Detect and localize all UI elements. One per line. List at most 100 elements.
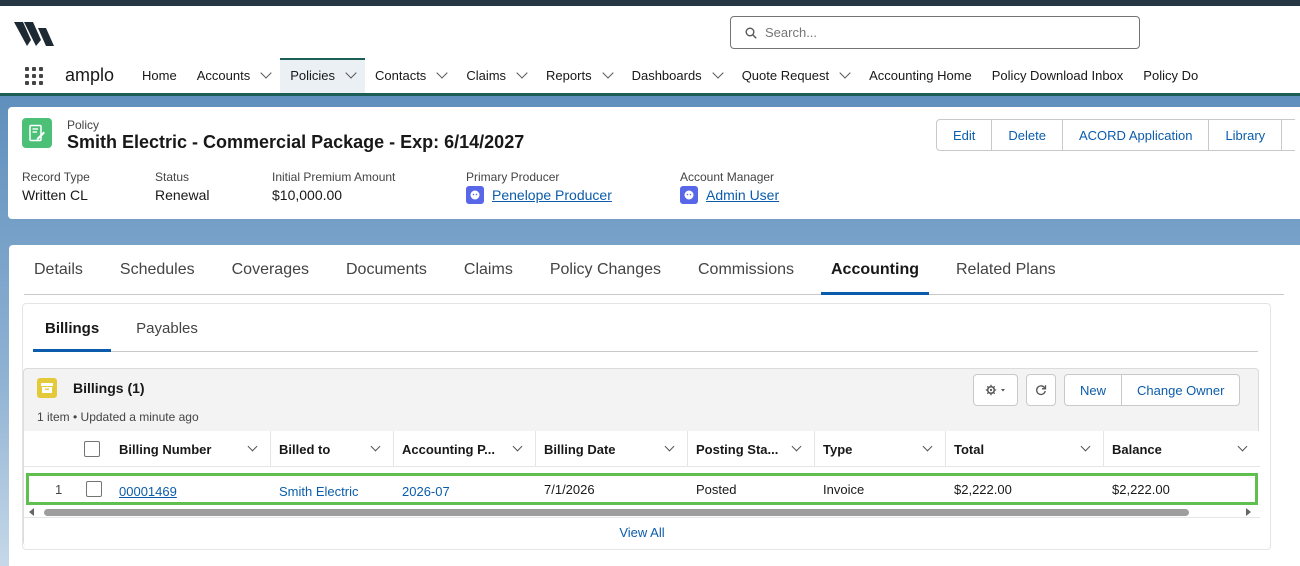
nav-item-dashboards[interactable]: Dashboards — [622, 58, 732, 93]
change-owner-button[interactable]: Change Owner — [1121, 374, 1241, 406]
refresh-button[interactable] — [1026, 374, 1056, 406]
tab-commissions[interactable]: Commissions — [688, 245, 804, 295]
nav-item-label: Policy Download Inbox — [991, 68, 1124, 83]
account-manager-link[interactable]: Admin User — [706, 187, 779, 203]
chevron-down-icon[interactable] — [712, 67, 724, 79]
tab-documents[interactable]: Documents — [336, 245, 437, 295]
field-label: Status — [155, 170, 190, 184]
refresh-icon — [1036, 385, 1047, 396]
horizontal-scrollbar[interactable] — [24, 507, 1260, 517]
chevron-down-icon[interactable] — [247, 441, 258, 452]
type-value: Invoice — [823, 481, 865, 497]
column-label: Total — [954, 441, 985, 457]
delete-button[interactable]: Delete — [991, 119, 1063, 151]
select-all-checkbox[interactable] — [84, 441, 100, 457]
record-actions: Edit Delete ACORD Application Library — [936, 119, 1296, 151]
tab-coverages[interactable]: Coverages — [222, 245, 319, 295]
chevron-down-icon[interactable] — [436, 67, 448, 79]
related-list-actions: New Change Owner — [973, 374, 1241, 406]
chevron-down-icon[interactable] — [370, 441, 381, 452]
library-button[interactable]: Library — [1208, 119, 1283, 151]
billings-related-list: Billings (1) 1 item • Updated a minute a… — [23, 368, 1260, 547]
column-label: Type — [823, 441, 853, 457]
column-label: Accounting P... — [402, 441, 495, 457]
table-row[interactable]: 1 00001469 Smith Electric 2026-07 7/1/20… — [26, 473, 1258, 505]
app-name: amplo — [65, 65, 115, 85]
chevron-down-icon[interactable] — [601, 67, 614, 79]
column-type[interactable]: Type — [815, 431, 946, 467]
chevron-down-icon[interactable] — [922, 441, 933, 452]
record-tabset: Details Schedules Coverages Documents Cl… — [9, 245, 1300, 566]
global-search[interactable] — [730, 16, 1140, 49]
app-launcher-icon[interactable] — [25, 65, 47, 87]
nav-item-label: Accounting Home — [869, 68, 972, 83]
field-label: Primary Producer — [466, 170, 560, 184]
view-all-link[interactable]: View All — [24, 517, 1260, 547]
search-input[interactable] — [765, 25, 1125, 40]
tab-related-plans[interactable]: Related Plans — [946, 245, 1066, 295]
column-billed-to[interactable]: Billed to — [271, 431, 394, 467]
column-posting-status[interactable]: Posting Sta... — [688, 431, 815, 467]
field-label: Record Type — [22, 170, 90, 184]
nav-item-home[interactable]: Home — [132, 58, 187, 93]
chevron-down-icon[interactable] — [345, 67, 357, 79]
nav-item-contacts[interactable]: Contacts — [365, 58, 456, 93]
nav-item-label: Policy Do — [1143, 68, 1199, 83]
tab-policy-changes[interactable]: Policy Changes — [540, 245, 671, 295]
chevron-down-icon[interactable] — [516, 67, 528, 79]
billed-to-link[interactable]: Smith Electric — [279, 476, 358, 506]
nav-item-claims[interactable]: Claims — [456, 58, 536, 93]
nav-item-label: Home — [142, 68, 177, 83]
policy-icon — [22, 118, 52, 148]
primary-producer-link[interactable]: Penelope Producer — [492, 187, 612, 203]
new-button[interactable]: New — [1064, 374, 1123, 406]
amplo-logo[interactable] — [14, 18, 54, 48]
scrollbar-thumb[interactable] — [44, 509, 1189, 516]
row-number: 1 — [55, 481, 63, 497]
column-label: Billing Date — [544, 441, 616, 457]
user-avatar-icon — [466, 186, 484, 204]
edit-button[interactable]: Edit — [936, 119, 993, 151]
tab-accounting[interactable]: Accounting — [821, 245, 929, 295]
tab-details[interactable]: Details — [24, 245, 93, 295]
chevron-down-icon[interactable] — [791, 441, 802, 452]
nav-item-policy-documents[interactable]: Policy Do — [1133, 58, 1208, 93]
related-list-title[interactable]: Billings (1) — [73, 380, 145, 396]
nav-item-reports[interactable]: Reports — [536, 58, 622, 93]
nav-item-accounting-home[interactable]: Accounting Home — [859, 58, 982, 93]
nav-item-policies[interactable]: Policies — [280, 58, 365, 93]
chevron-down-icon[interactable] — [1237, 441, 1248, 452]
column-billing-number[interactable]: Billing Number — [111, 431, 271, 467]
tab-claims[interactable]: Claims — [454, 245, 523, 295]
column-balance[interactable]: Balance — [1104, 431, 1260, 467]
more-actions-button[interactable] — [1281, 119, 1296, 151]
billing-number-link[interactable]: 00001469 — [119, 476, 177, 506]
nav-item-accounts[interactable]: Accounts — [187, 58, 280, 93]
list-settings-button[interactable] — [973, 374, 1018, 406]
chevron-down-icon[interactable] — [260, 67, 272, 79]
accounting-period-link[interactable]: 2026-07 — [402, 476, 450, 506]
column-total[interactable]: Total — [946, 431, 1104, 467]
nav-item-policy-download-inbox[interactable]: Policy Download Inbox — [982, 58, 1134, 93]
scroll-right-arrow[interactable] — [1246, 508, 1251, 516]
acord-application-button[interactable]: ACORD Application — [1061, 119, 1210, 151]
nav-item-quote-request[interactable]: Quote Request — [732, 58, 859, 93]
table-header-row: Billing Number Billed to Accounting P...… — [24, 431, 1260, 467]
nav-item-label: Dashboards — [631, 68, 702, 83]
subtab-payables[interactable]: Payables — [124, 304, 210, 352]
column-label: Posting Sta... — [696, 441, 779, 457]
field-primary-producer: Primary Producer Penelope Producer — [466, 170, 612, 204]
column-accounting-period[interactable]: Accounting P... — [394, 431, 536, 467]
field-initial-premium-amount: Initial Premium Amount $10,000.00 — [272, 170, 395, 203]
chevron-down-icon[interactable] — [512, 441, 523, 452]
chevron-down-icon[interactable] — [839, 67, 851, 79]
chevron-down-icon[interactable] — [664, 441, 675, 452]
scroll-left-arrow[interactable] — [29, 508, 34, 516]
accounting-panel: Billings Payables Billings (1) 1 item • … — [22, 303, 1271, 550]
chevron-down-icon[interactable] — [1080, 441, 1091, 452]
column-label: Billing Number — [119, 441, 212, 457]
subtab-billings[interactable]: Billings — [33, 304, 112, 352]
row-checkbox[interactable] — [86, 481, 102, 497]
tab-schedules[interactable]: Schedules — [110, 245, 205, 295]
column-billing-date[interactable]: Billing Date — [536, 431, 688, 467]
